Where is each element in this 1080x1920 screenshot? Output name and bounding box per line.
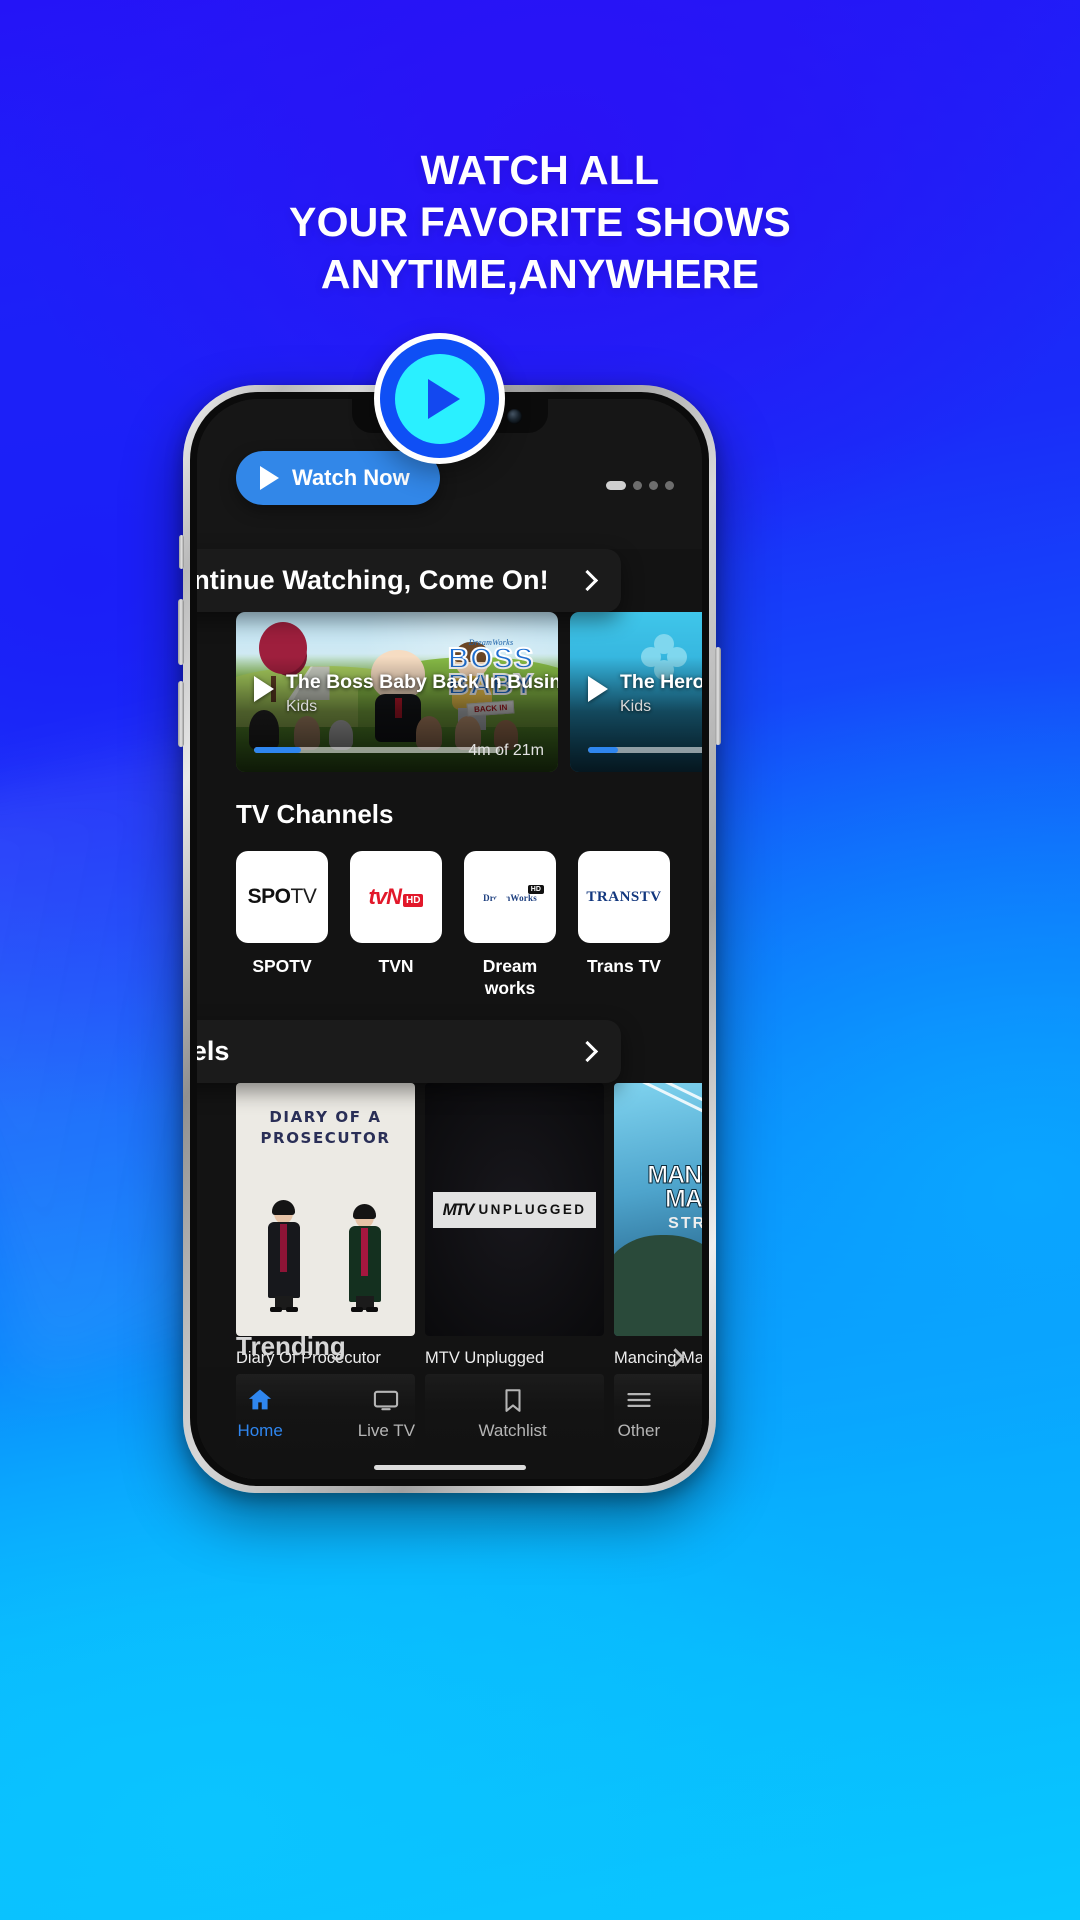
chevron-right-icon[interactable] <box>576 569 599 592</box>
carousel-pagination[interactable] <box>606 481 674 490</box>
nav-label: Live TV <box>357 1421 416 1440</box>
headline-line-1: WATCH ALL <box>420 147 660 193</box>
watch-now-label: Watch Now <box>292 465 410 490</box>
continue-watching-card[interactable]: The Heroic Kids <box>570 612 702 772</box>
phone-volume-up-button <box>178 599 184 665</box>
phone-bezel: Watch Now Continue Watching, Come On! <box>190 392 709 1486</box>
tv-channel-item-dreamworks[interactable]: HD DreamWorks Dream works <box>464 851 556 999</box>
play-icon <box>427 378 460 419</box>
nav-label: Other <box>617 1421 661 1440</box>
transtv-logo-main: TRANSTV <box>586 888 662 905</box>
mtv-art-word: UNPLUGGED <box>478 1202 587 1217</box>
card-category: Kids <box>286 698 318 715</box>
chevron-right-icon[interactable] <box>576 1040 599 1063</box>
carousel-dot[interactable] <box>649 481 658 490</box>
dreamworks-logo-main: DreamWorks <box>483 893 537 903</box>
reel-art-line-2: MANIA <box>665 1184 702 1213</box>
tv-channels-row[interactable]: SPOTV SPOTV tvN HD TVN HD DreamWorks Dre… <box>236 851 702 999</box>
play-button-inner-ring <box>394 353 485 444</box>
continue-watching-card[interactable]: DreamWorks BOSS BABY BACK IN The Boss Ba… <box>236 612 558 772</box>
reel-art-line-1: MANCING <box>647 1160 702 1189</box>
play-icon[interactable] <box>588 676 608 702</box>
phone-frame: Watch Now Continue Watching, Come On! <box>178 385 721 1493</box>
card-title: The Boss Baby Back In Business <box>286 671 558 693</box>
phone-power-button <box>715 647 721 745</box>
section-header-reels[interactable]: Reels <box>197 1020 621 1083</box>
tvn-logo-badge: HD <box>403 894 424 907</box>
play-icon <box>260 466 279 490</box>
tvn-logo-icon: tvN HD <box>350 851 442 943</box>
menu-icon <box>576 1383 702 1417</box>
tv-channel-label: Dream works <box>482 956 538 998</box>
nav-item-home[interactable]: Home <box>197 1383 323 1441</box>
continue-watching-row[interactable]: DreamWorks BOSS BABY BACK IN The Boss Ba… <box>197 612 702 774</box>
carousel-dot[interactable] <box>665 481 674 490</box>
tv-channel-label: Trans TV <box>587 956 661 976</box>
phone-mockup: Watch Now Continue Watching, Come On! <box>178 385 721 1493</box>
phone-screen: Watch Now Continue Watching, Come On! <box>197 399 702 1479</box>
transtv-logo-icon: TRANSTV <box>578 851 670 943</box>
tv-channels-heading: TV Channels <box>236 799 394 829</box>
dreamworks-logo-badge: HD <box>527 885 544 894</box>
phone-silent-switch <box>179 535 184 569</box>
reels-row[interactable]: DIARY OF A PROSECUTOR Diary Of Procecuto… <box>236 1083 702 1368</box>
progress-bar <box>588 747 702 753</box>
nav-label: Home <box>237 1421 283 1440</box>
front-camera-icon <box>506 409 522 424</box>
tvn-logo-main: tvN <box>368 884 402 909</box>
hero-play-button[interactable] <box>374 333 505 464</box>
card-category: Kids <box>620 698 652 715</box>
spotv-logo-sub: TV <box>290 885 317 908</box>
phone-volume-down-button <box>178 681 184 747</box>
spotv-logo-icon: SPOTV <box>236 851 328 943</box>
reel-art-line-1: DIARY OF A <box>269 1108 382 1126</box>
card-title: The Heroic <box>620 671 702 693</box>
promo-headline: WATCH ALL YOUR FAVORITE SHOWS ANYTIME,AN… <box>0 144 1080 300</box>
nav-item-live-tv[interactable]: Live TV <box>323 1383 449 1441</box>
tv-channel-item-transtv[interactable]: TRANSTV Trans TV <box>578 851 670 999</box>
reel-artwork-mancing: MANCING MANIA STRIKE <box>614 1083 702 1336</box>
tv-channel-item-tvn[interactable]: tvN HD TVN <box>350 851 442 999</box>
home-indicator <box>373 1465 526 1470</box>
tv-channel-label: TVN <box>378 956 414 976</box>
bookmark-icon <box>450 1383 576 1417</box>
nav-label: Watchlist <box>478 1421 547 1440</box>
carousel-dot[interactable] <box>606 481 626 490</box>
section-title: Continue Watching, Come On! <box>197 565 549 595</box>
reel-artwork-diary: DIARY OF A PROSECUTOR <box>236 1083 415 1336</box>
nav-item-other[interactable]: Other <box>576 1383 702 1441</box>
mtv-logo-icon: MTV <box>442 1199 475 1219</box>
tv-channel-label: SPOTV <box>252 956 312 976</box>
card-remaining-time: 4m of 21m <box>468 742 544 759</box>
reel-item-diary[interactable]: DIARY OF A PROSECUTOR Diary Of Procecuto… <box>236 1083 415 1368</box>
reel-item-mancing[interactable]: MANCING MANIA STRIKE Mancing Mania <box>614 1083 702 1368</box>
tv-channel-item-spotv[interactable]: SPOTV SPOTV <box>236 851 328 999</box>
play-icon[interactable] <box>254 676 274 702</box>
bottom-navigation[interactable]: Home Live TV Watchlist Other <box>197 1367 702 1479</box>
section-title: Reels <box>197 1036 230 1066</box>
app-viewport: Watch Now Continue Watching, Come On! <box>197 399 702 1479</box>
home-icon <box>197 1383 323 1417</box>
nav-item-watchlist[interactable]: Watchlist <box>450 1383 576 1441</box>
headline-line-3: ANYTIME,ANYWHERE <box>320 251 760 297</box>
headline-line-2: YOUR FAVORITE SHOWS <box>289 199 791 245</box>
dreamworks-logo-icon: HD DreamWorks <box>464 851 556 943</box>
reel-label: MTV Unplugged <box>425 1349 545 1367</box>
tv-icon <box>323 1383 449 1417</box>
watch-now-button[interactable]: Watch Now <box>236 451 440 505</box>
reel-artwork-mtv: MTV UNPLUGGED <box>425 1083 604 1336</box>
reel-item-mtv[interactable]: MTV UNPLUGGED MTV Unplugged <box>425 1083 604 1368</box>
trending-heading: Trending <box>236 1331 346 1361</box>
reel-art-line-2: PROSECUTOR <box>260 1129 391 1147</box>
reel-art-line-3: STRIKE <box>668 1214 702 1232</box>
carousel-dot[interactable] <box>633 481 642 490</box>
spotv-logo-main: SPO <box>247 885 291 908</box>
progress-bar <box>254 747 500 753</box>
section-header-continue-watching[interactable]: Continue Watching, Come On! <box>197 549 621 612</box>
reel-label: Mancing Mania <box>614 1349 702 1367</box>
